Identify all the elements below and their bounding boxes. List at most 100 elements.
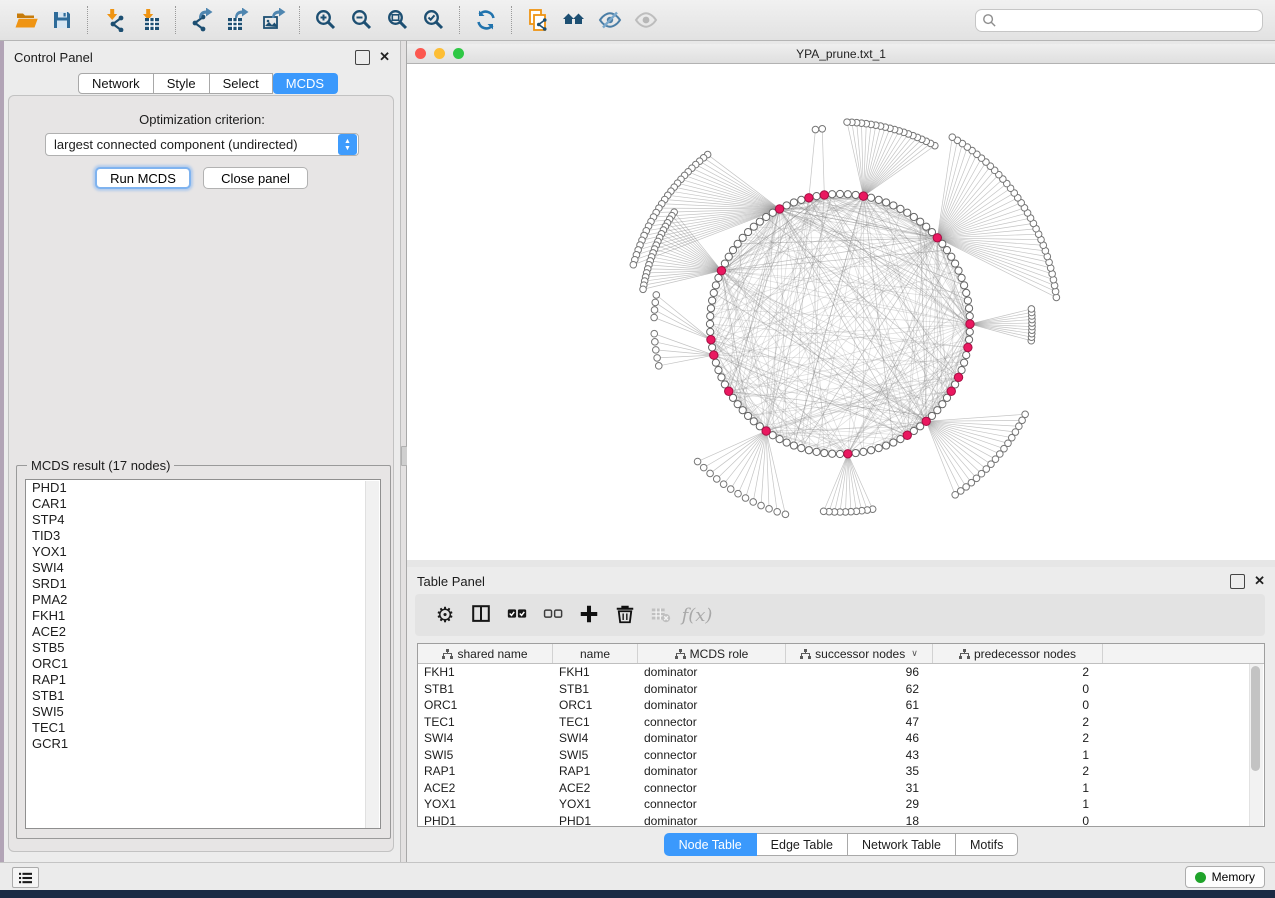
show-panels-list-button[interactable] xyxy=(12,867,39,888)
network-node[interactable] xyxy=(750,418,757,425)
mcds-node[interactable] xyxy=(725,387,733,395)
tab-motifs[interactable]: Motifs xyxy=(956,833,1018,856)
network-node[interactable] xyxy=(744,228,751,235)
criterion-select[interactable]: largest connected component (undirected)… xyxy=(45,133,359,156)
mcds-node[interactable] xyxy=(964,343,972,351)
network-node[interactable] xyxy=(820,508,827,515)
mcds-result-item[interactable]: YOX1 xyxy=(26,544,380,560)
network-node[interactable] xyxy=(949,134,956,141)
network-node[interactable] xyxy=(860,448,867,455)
mcds-node[interactable] xyxy=(903,431,911,439)
network-node[interactable] xyxy=(776,436,783,443)
network-node[interactable] xyxy=(844,119,851,126)
network-node[interactable] xyxy=(763,213,770,220)
search-input[interactable] xyxy=(997,10,1262,30)
table-row[interactable]: SWI5SWI5connector431 xyxy=(418,747,1264,764)
export-table-button[interactable] xyxy=(220,5,256,35)
network-node[interactable] xyxy=(782,511,789,518)
network-node[interactable] xyxy=(651,314,658,321)
table-row[interactable]: FKH1FKH1dominator962 xyxy=(418,664,1264,681)
network-node[interactable] xyxy=(868,194,875,201)
network-node[interactable] xyxy=(700,464,707,471)
network-graph[interactable] xyxy=(407,64,1275,560)
network-node[interactable] xyxy=(712,282,719,289)
mcds-node[interactable] xyxy=(762,427,770,435)
network-node[interactable] xyxy=(729,247,736,254)
table-row[interactable]: STB1STB1dominator620 xyxy=(418,681,1264,698)
mcds-result-item[interactable]: STB5 xyxy=(26,640,380,656)
network-node[interactable] xyxy=(948,253,955,260)
tab-edge-table[interactable]: Edge Table xyxy=(757,833,848,856)
table-scrollbar-thumb[interactable] xyxy=(1251,666,1260,771)
tab-style[interactable]: Style xyxy=(154,73,210,94)
network-node[interactable] xyxy=(707,328,714,335)
table-row[interactable]: ORC1ORC1dominator610 xyxy=(418,697,1264,714)
network-node[interactable] xyxy=(706,320,713,327)
gear-button[interactable]: ⚙ xyxy=(427,599,463,631)
mcds-result-item[interactable]: FKH1 xyxy=(26,608,380,624)
network-node[interactable] xyxy=(966,313,973,320)
mcds-result-item[interactable]: SWI4 xyxy=(26,560,380,576)
network-node[interactable] xyxy=(742,495,749,502)
show-graphics-button[interactable] xyxy=(628,5,664,35)
network-node[interactable] xyxy=(715,274,722,281)
network-node[interactable] xyxy=(958,366,965,373)
import-network-button[interactable] xyxy=(96,5,132,35)
mcds-node[interactable] xyxy=(954,373,962,381)
network-node[interactable] xyxy=(875,196,882,203)
network-node[interactable] xyxy=(829,450,836,457)
network-node[interactable] xyxy=(805,447,812,454)
mcds-node[interactable] xyxy=(966,320,974,328)
network-node[interactable] xyxy=(904,209,911,216)
network-node[interactable] xyxy=(882,199,889,206)
network-node[interactable] xyxy=(653,292,660,299)
tab-network-table[interactable]: Network Table xyxy=(848,833,956,856)
network-node[interactable] xyxy=(961,282,968,289)
network-node[interactable] xyxy=(798,196,805,203)
open-button[interactable] xyxy=(8,5,44,35)
vertical-splitter[interactable] xyxy=(400,41,407,862)
network-node[interactable] xyxy=(910,213,917,220)
network-node[interactable] xyxy=(966,328,973,335)
mcds-node[interactable] xyxy=(775,205,783,213)
zoom-selected-button[interactable] xyxy=(416,5,452,35)
network-node[interactable] xyxy=(813,448,820,455)
network-node[interactable] xyxy=(774,508,781,515)
network-node[interactable] xyxy=(963,289,970,296)
network-node[interactable] xyxy=(882,442,889,449)
network-node[interactable] xyxy=(852,191,859,198)
zoom-fit-button[interactable] xyxy=(380,5,416,35)
network-node[interactable] xyxy=(707,313,714,320)
mcds-result-item[interactable]: GCR1 xyxy=(26,736,380,752)
column-header-name[interactable]: name xyxy=(553,644,638,663)
table-panel-float-icon[interactable] xyxy=(1230,574,1245,589)
network-node[interactable] xyxy=(712,359,719,366)
horizontal-splitter[interactable] xyxy=(407,560,1275,567)
clone-network-button[interactable] xyxy=(520,5,556,35)
mcds-result-item[interactable]: TID3 xyxy=(26,528,380,544)
mcds-node[interactable] xyxy=(820,191,828,199)
mcds-result-item[interactable]: ACE2 xyxy=(26,624,380,640)
mcds-result-item[interactable]: SRD1 xyxy=(26,576,380,592)
network-node[interactable] xyxy=(812,126,819,133)
network-window-titlebar[interactable]: YPA_prune.txt_1 xyxy=(407,44,1275,64)
network-node[interactable] xyxy=(707,470,714,477)
network-node[interactable] xyxy=(917,218,924,225)
network-node[interactable] xyxy=(790,442,797,449)
network-node[interactable] xyxy=(961,359,968,366)
network-node[interactable] xyxy=(652,339,659,346)
network-node[interactable] xyxy=(952,260,959,267)
network-node[interactable] xyxy=(934,407,941,414)
network-node[interactable] xyxy=(1028,306,1035,313)
network-node[interactable] xyxy=(715,366,722,373)
table-row[interactable]: TEC1TEC1connector472 xyxy=(418,714,1264,731)
search-box[interactable] xyxy=(975,9,1263,32)
network-node[interactable] xyxy=(718,374,725,381)
column-header-shared-name[interactable]: shared name xyxy=(418,644,553,663)
network-node[interactable] xyxy=(651,330,658,337)
mcds-node[interactable] xyxy=(707,335,715,343)
network-node[interactable] xyxy=(890,202,897,209)
network-node[interactable] xyxy=(727,486,734,493)
network-node[interactable] xyxy=(709,297,716,304)
mcds-node[interactable] xyxy=(947,387,955,395)
